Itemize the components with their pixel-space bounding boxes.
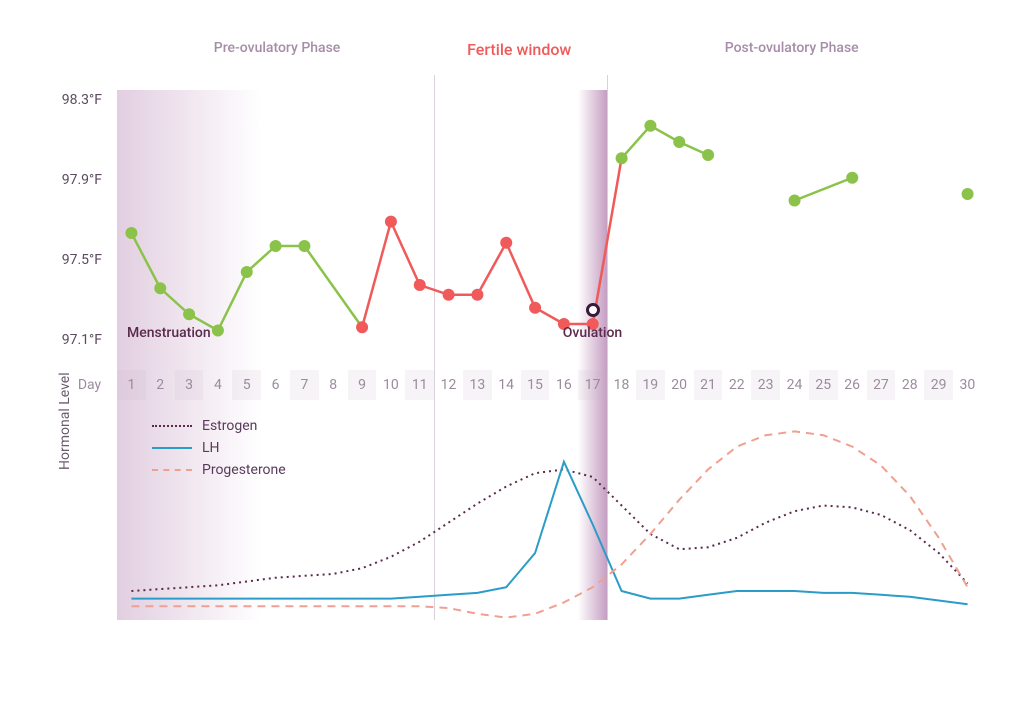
cycle-chart: Pre-ovulatory Phase Fertile window Post-… — [22, 20, 1002, 700]
day-cell: 10 — [376, 370, 405, 400]
day-cell: 28 — [895, 370, 924, 400]
hormone-y-axis-label: Hormonal Level — [57, 372, 73, 470]
temperature-y-axis: 98.3°F 97.9°F 97.5°F 97.1°F — [22, 100, 112, 340]
day-cell: 17 — [578, 370, 607, 400]
day-cell: 24 — [780, 370, 809, 400]
day-cell: 19 — [636, 370, 665, 400]
day-cell: 7 — [290, 370, 319, 400]
temperature-plot — [117, 90, 982, 350]
day-cell: 11 — [405, 370, 434, 400]
day-cell: 21 — [694, 370, 723, 400]
day-axis: Day 123456789101112131415161718192021222… — [62, 370, 982, 400]
ovulation-marker-icon — [586, 303, 600, 317]
day-cell: 20 — [665, 370, 694, 400]
hormone-plot — [117, 415, 982, 615]
day-cell: 23 — [751, 370, 780, 400]
day-cell: 2 — [146, 370, 175, 400]
phase-fertile-label: Fertile window — [437, 40, 601, 59]
ovulation-label: Ovulation — [563, 325, 622, 341]
day-cell: 29 — [924, 370, 953, 400]
day-cell: 16 — [549, 370, 578, 400]
temperature-svg — [117, 90, 982, 350]
day-cell: 30 — [953, 370, 982, 400]
day-cell: 3 — [175, 370, 204, 400]
phase-post-label: Post-ovulatory Phase — [601, 40, 982, 59]
day-cell: 8 — [319, 370, 348, 400]
menstruation-label: Menstruation — [127, 325, 211, 341]
hormone-svg — [117, 415, 982, 615]
day-cell: 27 — [867, 370, 896, 400]
day-cell: 4 — [203, 370, 232, 400]
day-cell: 22 — [722, 370, 751, 400]
day-cell: 26 — [838, 370, 867, 400]
phase-pre-label: Pre-ovulatory Phase — [117, 40, 437, 59]
day-cell: 25 — [809, 370, 838, 400]
day-cell: 1 — [117, 370, 146, 400]
day-cell: 15 — [521, 370, 550, 400]
day-cell: 14 — [492, 370, 521, 400]
day-cell: 18 — [607, 370, 636, 400]
day-cells: 1234567891011121314151617181920212223242… — [117, 370, 982, 400]
day-cell: 6 — [261, 370, 290, 400]
day-cell: 13 — [463, 370, 492, 400]
day-cell: 5 — [232, 370, 261, 400]
day-cell: 12 — [434, 370, 463, 400]
day-cell: 9 — [348, 370, 377, 400]
phase-labels: Pre-ovulatory Phase Fertile window Post-… — [117, 40, 982, 59]
